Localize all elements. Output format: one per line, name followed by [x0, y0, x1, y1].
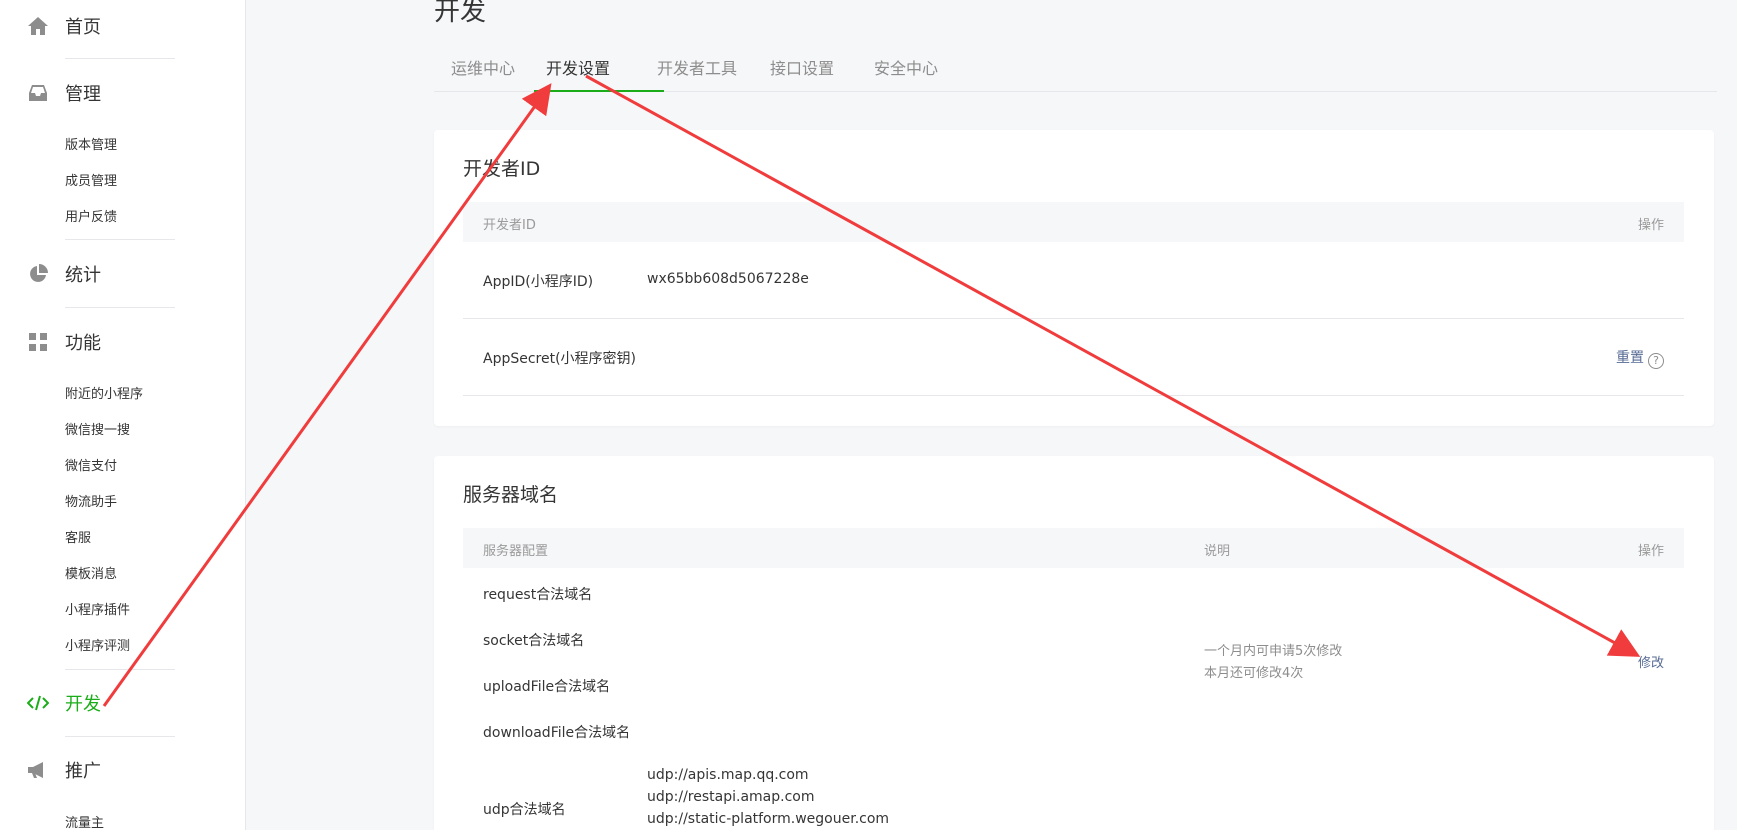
col-desc: 说明 [1204, 544, 1231, 559]
col-server-config: 服务器配置 [483, 544, 549, 559]
server-domain-card: 服务器域名 服务器配置 说明 操作 request合法域名 socket合法域名… [434, 456, 1714, 830]
nav-features[interactable]: 功能 [0, 322, 246, 362]
nav-sub-pay[interactable]: 微信支付 [65, 455, 117, 474]
secret-label: AppSecret(小程序密钥) [483, 351, 637, 367]
server-table-body: request合法域名 socket合法域名 uploadFile合法域名 do… [463, 568, 1684, 830]
tab-dev-tools[interactable]: 开发者工具 [657, 52, 737, 92]
nav-sub-nearby[interactable]: 附近的小程序 [65, 383, 143, 402]
nav-stats[interactable]: 统计 [0, 254, 246, 294]
nav-sub-logistics[interactable]: 物流助手 [65, 491, 117, 510]
table-row-secret: AppSecret(小程序密钥) 重置? [463, 319, 1684, 396]
nav-sub-plugin[interactable]: 小程序插件 [65, 599, 130, 618]
udp-value-1: udp://apis.map.qq.com [647, 767, 809, 783]
tab-security[interactable]: 安全中心 [874, 52, 938, 92]
code-icon [27, 692, 49, 714]
tab-bar: 运维中心 开发设置 开发者工具 接口设置 安全中心 [434, 52, 1717, 92]
divider [65, 58, 175, 59]
udp-value-3: udp://static-platform.wegouer.com [647, 811, 890, 827]
domain-request: request合法域名 [483, 587, 593, 603]
nav-develop[interactable]: 开发 [0, 683, 246, 723]
page-title: 开发 [434, 0, 487, 27]
dev-id-title: 开发者ID [463, 158, 541, 180]
nav-manage-label: 管理 [65, 84, 101, 105]
nav-sub-members[interactable]: 成员管理 [65, 170, 117, 189]
nav-promote-label: 推广 [65, 761, 101, 782]
nav-promote[interactable]: 推广 [0, 750, 246, 790]
reset-link[interactable]: 重置 [1616, 350, 1644, 366]
reset-action: 重置? [1616, 347, 1664, 369]
nav-stats-label: 统计 [65, 265, 101, 286]
nav-sub-feedback[interactable]: 用户反馈 [65, 206, 117, 225]
home-icon [27, 15, 49, 37]
nav-manage[interactable]: 管理 [0, 73, 246, 113]
pie-chart-icon [27, 263, 49, 285]
desc-line-2: 本月还可修改4次 [1204, 666, 1304, 681]
col-action: 操作 [1637, 544, 1664, 559]
nav-home-label: 首页 [65, 17, 101, 38]
tab-api-settings[interactable]: 接口设置 [770, 52, 834, 92]
nav-sub-version[interactable]: 版本管理 [65, 134, 117, 153]
nav-sub-traffic[interactable]: 流量主 [65, 812, 104, 830]
dev-id-card: 开发者ID 开发者ID 操作 AppID(小程序ID) wx65bb608d50… [434, 130, 1714, 426]
nav-features-label: 功能 [65, 333, 101, 354]
domain-upload: uploadFile合法域名 [483, 679, 611, 695]
table-row-appid: AppID(小程序ID) wx65bb608d5067228e [463, 242, 1684, 319]
divider [65, 669, 175, 670]
server-domain-title: 服务器域名 [463, 484, 559, 506]
domain-socket: socket合法域名 [483, 633, 585, 649]
nav-home[interactable]: 首页 [0, 6, 246, 46]
divider [65, 239, 175, 240]
domain-download: downloadFile合法域名 [483, 725, 631, 741]
nav-sub-template[interactable]: 模板消息 [65, 563, 117, 582]
modify-link[interactable]: 修改 [1638, 652, 1664, 671]
sidebar: 首页 管理 版本管理 成员管理 用户反馈 统计 功能 附近的小程序 微信搜一搜 … [0, 0, 246, 830]
udp-value-2: udp://restapi.amap.com [647, 789, 815, 805]
dev-id-table-header: 开发者ID 操作 [463, 202, 1684, 242]
nav-develop-label: 开发 [65, 694, 101, 715]
domain-udp: udp合法域名 [483, 802, 566, 818]
divider [65, 736, 175, 737]
help-icon[interactable]: ? [1648, 353, 1664, 369]
col-dev-id: 开发者ID [483, 218, 536, 233]
tab-dev-settings[interactable]: 开发设置 [534, 52, 664, 92]
main-content: 开发 运维中心 开发设置 开发者工具 接口设置 安全中心 开发者ID 开发者ID… [246, 0, 1737, 830]
nav-sub-service[interactable]: 客服 [65, 527, 91, 546]
megaphone-icon [27, 759, 49, 781]
appid-value: wx65bb608d5067228e [647, 271, 809, 287]
appid-label: AppID(小程序ID) [483, 274, 594, 290]
server-table-header: 服务器配置 说明 操作 [463, 528, 1684, 568]
nav-sub-review[interactable]: 小程序评测 [65, 635, 130, 654]
inbox-icon [27, 82, 49, 104]
nav-sub-search[interactable]: 微信搜一搜 [65, 419, 130, 438]
grid-icon [27, 331, 49, 353]
desc-line-1: 一个月内可申请5次修改 [1204, 644, 1343, 659]
col-action: 操作 [1637, 218, 1664, 233]
tab-ops[interactable]: 运维中心 [451, 52, 515, 92]
divider [65, 307, 175, 308]
